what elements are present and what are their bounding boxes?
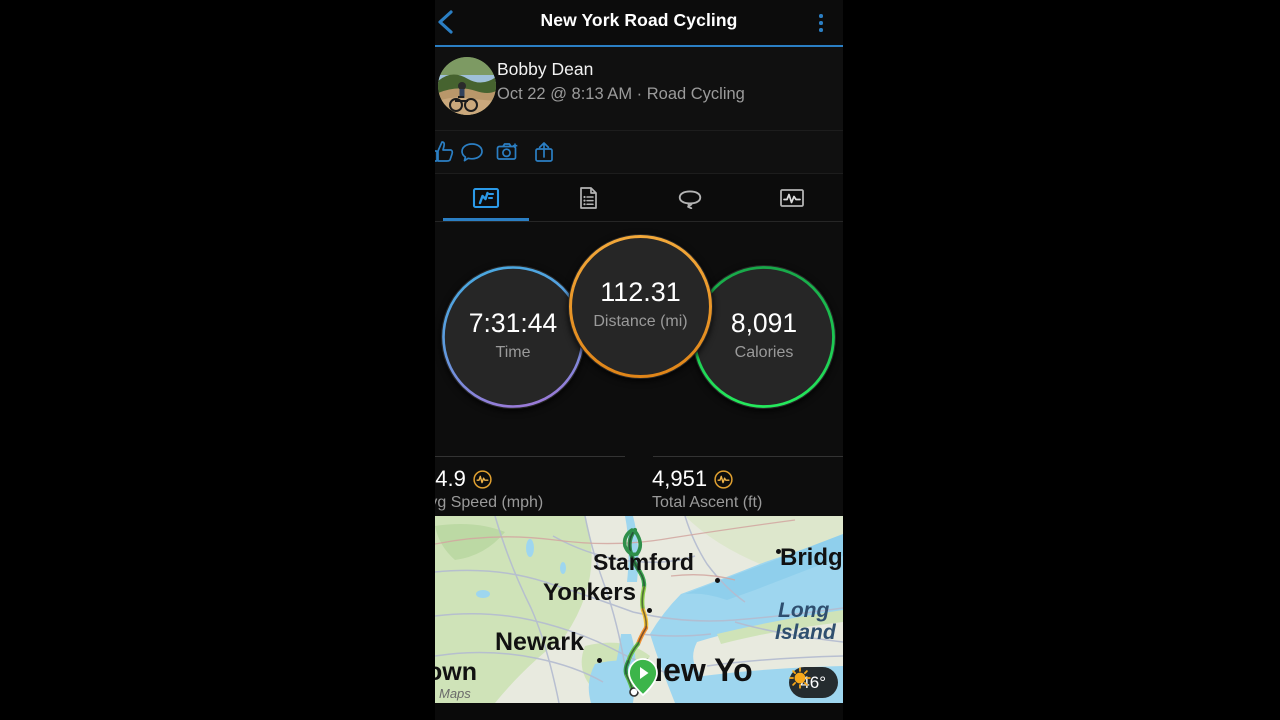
comment-icon[interactable] [459,139,485,165]
social-actions-row [435,131,843,174]
map-dot-yonkers [647,608,652,613]
activity-tab-bar [435,174,843,222]
avatar[interactable] [438,57,496,115]
metric-distance-label: Distance (mi) [593,313,688,330]
tab-summary[interactable] [435,174,537,221]
activity-subtitle: Oct 22 @ 8:13 AM · Road Cycling [497,85,745,103]
metric-calories-value: 8,091 [730,308,798,338]
metric-circles: 7:31:44 Time 8,091 Calories 112.31 Dista… [435,222,843,456]
laps-loop-icon [676,186,704,210]
stat-avg-speed-value: 14.9 [435,466,466,491]
stat-avg-speed-label: Avg Speed (mph) [435,494,544,511]
metric-time[interactable]: 7:31:44 Time [441,265,585,409]
activity-summary-icon [472,186,500,210]
tab-details[interactable] [537,174,639,221]
metric-distance[interactable]: 112.31 Distance (mi) [568,234,713,379]
map-attribution: Maps [439,686,471,701]
metric-time-label: Time [495,344,531,361]
share-icon[interactable] [531,139,557,165]
weather-badge[interactable]: 46° [789,667,838,698]
app-bar: New York Road Cycling [435,0,843,47]
user-name: Bobby Dean [497,59,594,79]
metric-time-value: 7:31:44 [468,308,558,338]
like-icon[interactable] [435,139,455,165]
stat-avg-speed[interactable]: 14.9 Avg Speed (mph) [435,456,639,516]
overflow-menu-icon[interactable] [811,10,831,36]
secondary-stats-row: 14.9 Avg Speed (mph) 4,951 Total Ascent … [435,456,843,516]
phone-viewport: New York Road Cycling Bobby Dean Oct 22 … [435,0,843,720]
map-dot-bridgeport [776,549,781,554]
route-map[interactable]: Stamford Yonkers Bridg Newark own New Yo… [435,516,843,703]
details-list-icon [574,186,602,210]
screenshot-stage: New York Road Cycling Bobby Dean Oct 22 … [0,0,1280,720]
stat-total-ascent-value: 4,951 [652,466,708,491]
metric-calories[interactable]: 8,091 Calories [692,265,836,409]
tab-laps[interactable] [639,174,741,221]
charts-waveform-icon [778,186,806,210]
page-title: New York Road Cycling [540,10,738,30]
map-dot-stamford [715,578,720,583]
photo-icon[interactable] [495,139,521,165]
stat-total-ascent[interactable]: 4,951 Total Ascent (ft) [639,456,843,516]
metric-calories-label: Calories [734,344,794,361]
waveform-badge-icon [714,469,733,489]
waveform-badge-icon [473,469,492,489]
tab-charts[interactable] [741,174,843,221]
stat-total-ascent-label: Total Ascent (ft) [652,494,763,511]
map-dot-newark [597,658,602,663]
activity-owner-row[interactable]: Bobby Dean Oct 22 @ 8:13 AM · Road Cycli… [435,47,843,131]
metric-distance-value: 112.31 [600,277,681,307]
